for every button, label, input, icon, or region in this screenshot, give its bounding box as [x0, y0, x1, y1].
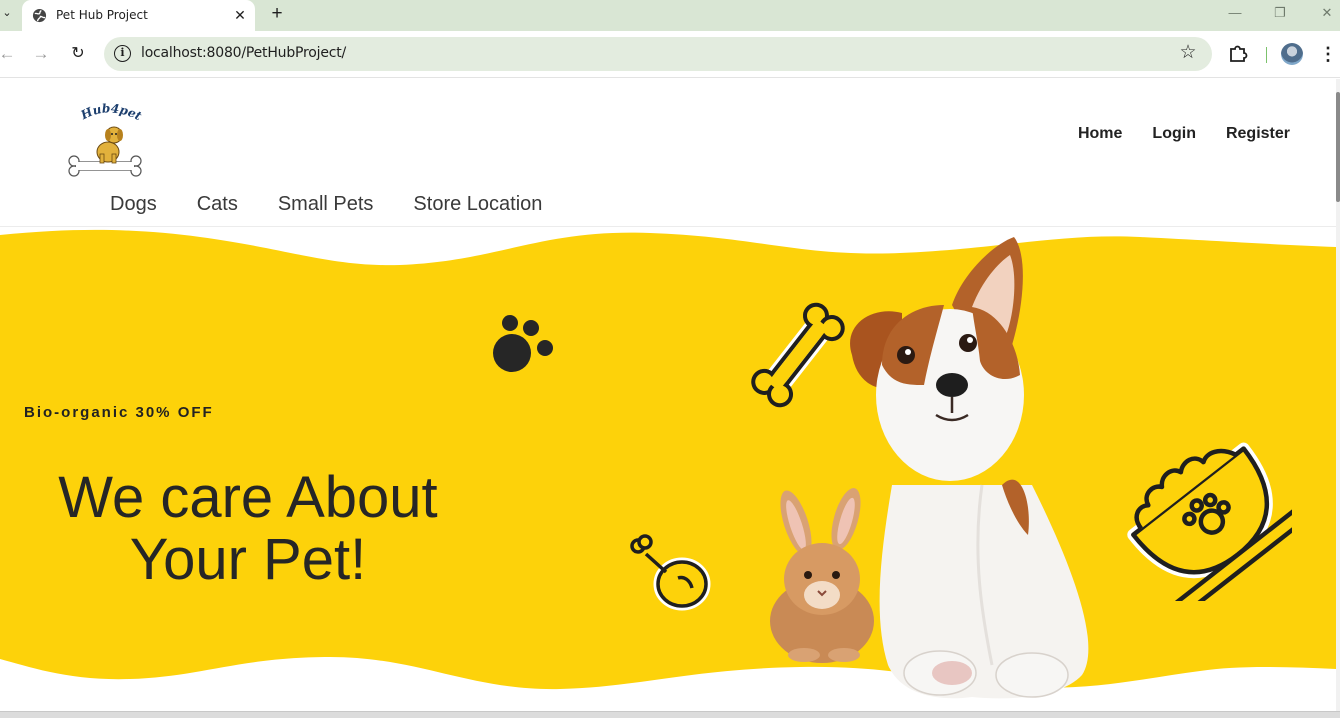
main-nav: Home Login Register	[1078, 125, 1290, 143]
nav-home-link[interactable]: Home	[1078, 125, 1122, 143]
window-close-icon[interactable]: ✕	[1315, 4, 1339, 22]
hero-headline: We care About Your Pet!	[40, 467, 456, 591]
nav-register-link[interactable]: Register	[1226, 125, 1290, 143]
bookmark-star-icon[interactable]: ☆	[1176, 41, 1200, 65]
category-dogs-link[interactable]: Dogs	[110, 193, 157, 216]
browser-toolbar: ← → ↻ i localhost:8080/PetHubProject/ ☆ …	[0, 31, 1340, 78]
tab-search-chevron-icon[interactable]: ⌄	[0, 4, 14, 22]
address-bar[interactable]: i localhost:8080/PetHubProject/ ☆	[104, 37, 1212, 71]
dog-image	[850, 237, 1089, 699]
category-store-location-link[interactable]: Store Location	[413, 193, 542, 216]
nav-login-link[interactable]: Login	[1152, 125, 1196, 143]
close-tab-icon[interactable]: ✕	[230, 5, 250, 25]
category-nav: Dogs Cats Small Pets Store Location	[110, 193, 542, 216]
category-cats-link[interactable]: Cats	[197, 193, 238, 216]
browser-menu-icon[interactable]: ⋮	[1318, 42, 1338, 66]
forward-icon[interactable]: →	[30, 43, 52, 65]
headline-line-1: We care About	[58, 465, 438, 530]
toolbar-divider	[1266, 47, 1267, 63]
headline-line-2: Your Pet!	[129, 527, 367, 592]
svg-text:Hub4pets: Hub4pets	[66, 102, 144, 123]
back-icon[interactable]: ←	[0, 43, 18, 65]
site-info-icon[interactable]: i	[114, 45, 131, 62]
browser-tab-strip: ⌄ Pet Hub Project ✕ + — ❐ ✕	[0, 0, 1340, 31]
extensions-puzzle-icon[interactable]	[1227, 42, 1249, 64]
reload-icon[interactable]: ↻	[67, 43, 89, 65]
site-logo[interactable]: Hub4pets	[66, 102, 146, 182]
restore-icon[interactable]: ❐	[1268, 4, 1292, 22]
globe-icon	[32, 8, 47, 23]
tab-title: Pet Hub Project	[56, 8, 148, 22]
new-tab-icon[interactable]: +	[266, 4, 288, 26]
food-bowl-icon	[1127, 442, 1292, 601]
promo-text: Bio-organic 30% OFF	[24, 404, 214, 421]
browser-bottom-edge	[0, 711, 1340, 718]
paw-icon	[493, 315, 553, 372]
drumstick-icon	[630, 534, 711, 611]
profile-avatar[interactable]	[1281, 43, 1303, 65]
category-small-pets-link[interactable]: Small Pets	[278, 193, 374, 216]
logo-text: Hub4pets	[66, 102, 144, 123]
page: Hub4pets Home Login Register Dogs Cats S…	[0, 79, 1336, 711]
page-scrollbar-thumb[interactable]	[1336, 92, 1340, 202]
url-text[interactable]: localhost:8080/PetHubProject/	[141, 45, 346, 61]
browser-tab[interactable]: Pet Hub Project ✕	[22, 0, 255, 31]
minimize-icon[interactable]: —	[1223, 4, 1247, 22]
